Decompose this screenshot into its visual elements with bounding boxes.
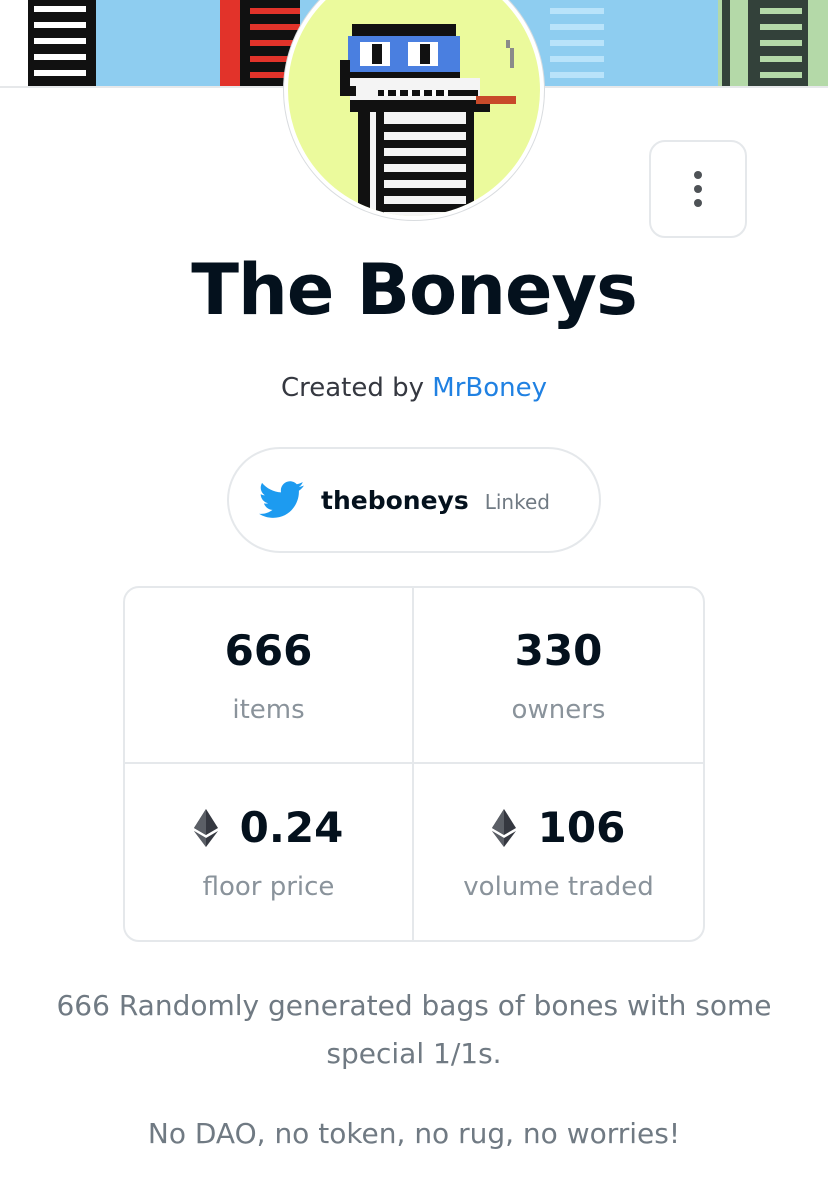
collection-stats: 666 items 330 owners 0.24 floor price 10… [123,586,705,942]
banner-art-blue [540,0,610,86]
stat-owners[interactable]: 330 owners [414,588,703,764]
stat-label: items [232,695,305,725]
collection-title: The Boneys [191,249,637,331]
collection-description: 666 Randomly generated bags of bones wit… [56,989,772,1070]
twitter-link-pill[interactable]: theboneys Linked [227,447,601,553]
ethereum-icon [491,809,516,847]
ethereum-icon [193,809,218,847]
collection-avatar[interactable] [284,0,544,220]
stat-value: 666 [224,626,313,675]
stat-volume-traded[interactable]: 106 volume traded [414,764,703,940]
stat-value-row: 106 [491,800,626,856]
stat-value: 0.24 [239,803,344,852]
stat-items[interactable]: 666 items [125,588,414,764]
stat-label: volume traded [463,872,654,902]
stat-value-row: 0.24 [193,800,344,856]
created-by-label: Created by [280,373,425,403]
skeleton-pixel-art-icon [340,24,516,216]
collection-tagline: No DAO, no token, no rug, no worries! [147,1117,681,1150]
stat-value: 330 [514,626,603,675]
creator-line: Created by MrBoney [0,368,828,408]
twitter-linked-status: Linked [484,489,550,514]
more-options-button[interactable] [649,140,747,238]
stat-value-row: 666 [225,623,313,679]
stat-label: floor price [202,872,335,902]
banner-art-left [0,0,96,86]
banner-art-green [718,0,828,86]
stat-value: 106 [537,803,626,852]
stat-label: owners [511,695,606,725]
twitter-handle: theboneys [321,485,469,515]
stat-floor-price[interactable]: 0.24 floor price [125,764,414,940]
more-vertical-icon [694,171,702,207]
twitter-bird-icon [259,481,305,518]
creator-link[interactable]: MrBoney [432,373,547,403]
stat-value-row: 330 [515,623,603,679]
